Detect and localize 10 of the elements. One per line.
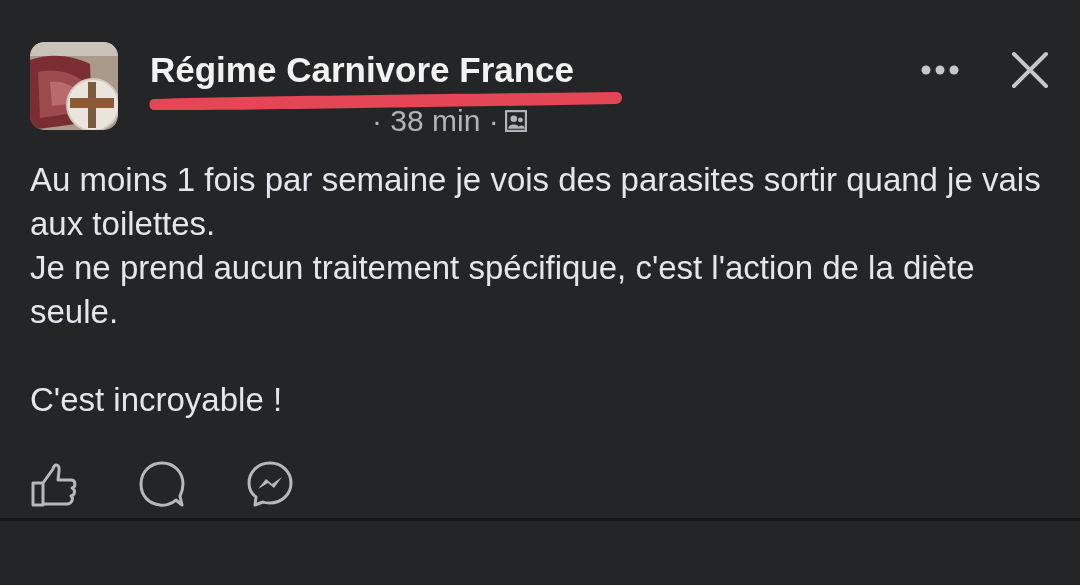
messenger-icon[interactable] <box>246 460 294 508</box>
post-time: · 38 min · <box>372 106 499 136</box>
post-text: Au moins 1 fois par semaine je vois des parasites sortir quand je vais aux toilettes. <box>30 160 1042 244</box>
post-text: Je ne prend aucun traitement spécifique, c'est l'action de la diète seule. <box>30 248 976 332</box>
close-icon[interactable] <box>1010 50 1050 90</box>
post-text: C'est incroyable ! <box>30 380 284 420</box>
page-name[interactable]: Régime Carnivore France <box>150 50 575 90</box>
more-icon[interactable] <box>920 63 960 77</box>
group-icon <box>504 110 527 132</box>
comment-icon[interactable] <box>138 460 186 508</box>
